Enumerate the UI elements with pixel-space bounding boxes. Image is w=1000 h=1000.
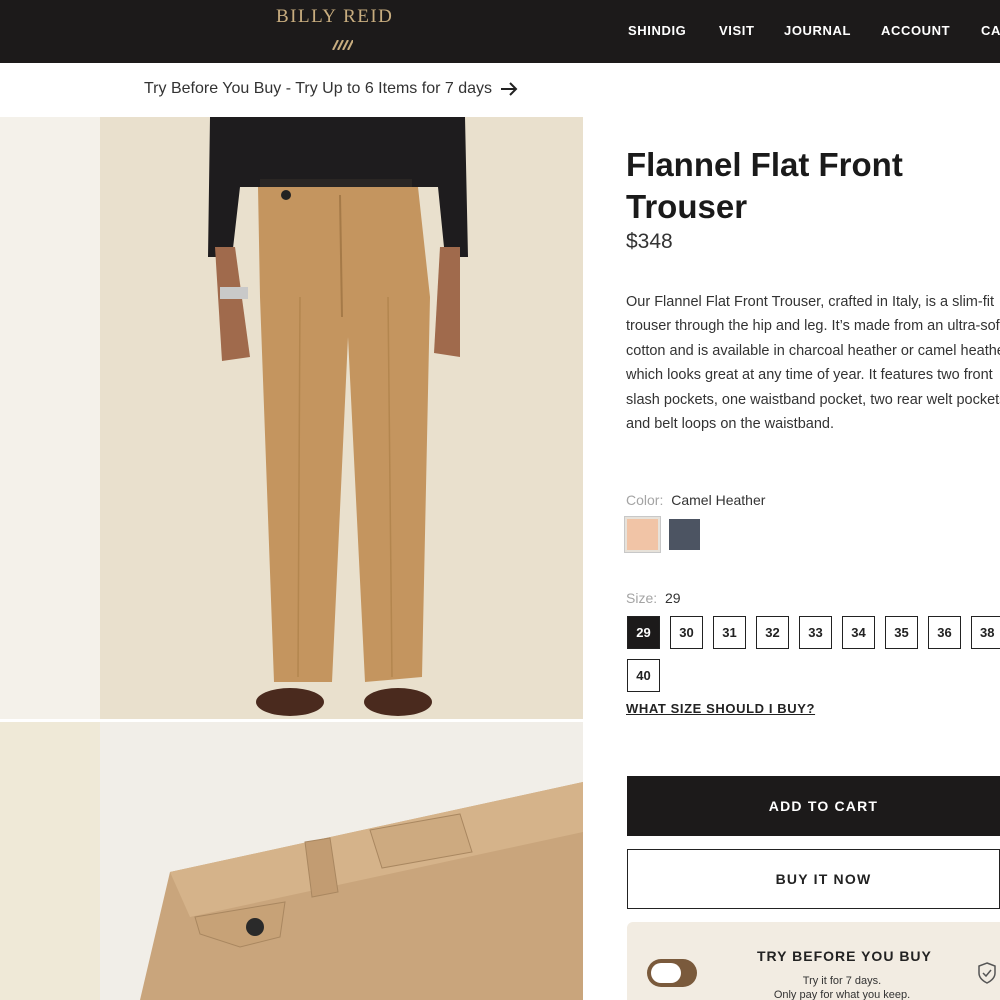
product-description: Our Flannel Flat Front Trouser, crafted …: [626, 294, 1000, 433]
size-option-29[interactable]: 29: [627, 616, 660, 649]
size-value: 29: [665, 590, 681, 606]
nav-cart[interactable]: CA: [981, 23, 1000, 38]
size-option-40[interactable]: 40: [627, 659, 660, 692]
size-selector-label: Size: 29: [626, 590, 681, 606]
tbyb-line-2: Only pay for what you keep.: [773, 989, 911, 1000]
site-header: BILLY REID SHINDIG VISIT JOURNAL ACCOUNT…: [0, 0, 1000, 63]
size-guide-link[interactable]: WHAT SIZE SHOULD I BUY?: [626, 701, 815, 716]
nav-account[interactable]: ACCOUNT: [881, 23, 950, 38]
try-before-you-buy-panel: TRY BEFORE YOU BUY Try it for 7 days. On…: [627, 922, 1000, 1000]
swatch-charcoal-heather[interactable]: [667, 517, 702, 552]
size-label: Size:: [626, 590, 658, 606]
nav-shindig[interactable]: SHINDIG: [628, 23, 686, 38]
color-value: Camel Heather: [671, 492, 766, 508]
gallery-thumbnail-left[interactable]: [0, 117, 100, 719]
promo-text: Try Before You Buy - Try Up to 6 Items f…: [144, 80, 492, 97]
size-option-38[interactable]: 38: [971, 616, 1000, 649]
product-title: Flannel Flat Front Trouser: [626, 146, 903, 225]
logo-stripes-icon: [332, 40, 353, 50]
size-option-35[interactable]: 35: [885, 616, 918, 649]
brand-logo[interactable]: BILLY REID: [276, 6, 393, 28]
product-image-main[interactable]: [100, 117, 583, 719]
gallery-thumbnail-left-bottom[interactable]: [0, 722, 100, 1000]
tbyb-title: TRY BEFORE YOU BUY: [757, 948, 932, 964]
buy-it-now-button[interactable]: BUY IT NOW: [627, 849, 1000, 909]
toggle-knob: [651, 963, 681, 983]
size-option-30[interactable]: 30: [670, 616, 703, 649]
size-option-34[interactable]: 34: [842, 616, 875, 649]
size-option-33[interactable]: 33: [799, 616, 832, 649]
size-option-32[interactable]: 32: [756, 616, 789, 649]
tbyb-subtitle: Try it for 7 days. Only pay for what you…: [757, 974, 927, 1000]
shield-check-icon: [978, 962, 996, 984]
tbyb-line-1: Try it for 7 days.: [802, 975, 882, 987]
color-selector-label: Color: Camel Heather: [626, 492, 765, 508]
promo-banner[interactable]: Try Before You Buy - Try Up to 6 Items f…: [144, 80, 518, 98]
nav-journal[interactable]: JOURNAL: [784, 23, 851, 38]
nav-visit[interactable]: VISIT: [719, 23, 755, 38]
fabric-detail-illustration: [100, 722, 583, 1000]
model-trousers-illustration: [100, 117, 583, 719]
color-label: Color:: [626, 492, 664, 508]
size-option-31[interactable]: 31: [713, 616, 746, 649]
product-price: $348: [626, 230, 673, 253]
swatch-camel-heather[interactable]: [624, 516, 661, 553]
add-to-cart-button[interactable]: ADD TO CART: [627, 776, 1000, 836]
product-image-detail[interactable]: [100, 722, 583, 1000]
toggle-switch-icon[interactable]: [647, 959, 697, 987]
size-option-36[interactable]: 36: [928, 616, 961, 649]
arrow-right-icon: [501, 82, 518, 96]
